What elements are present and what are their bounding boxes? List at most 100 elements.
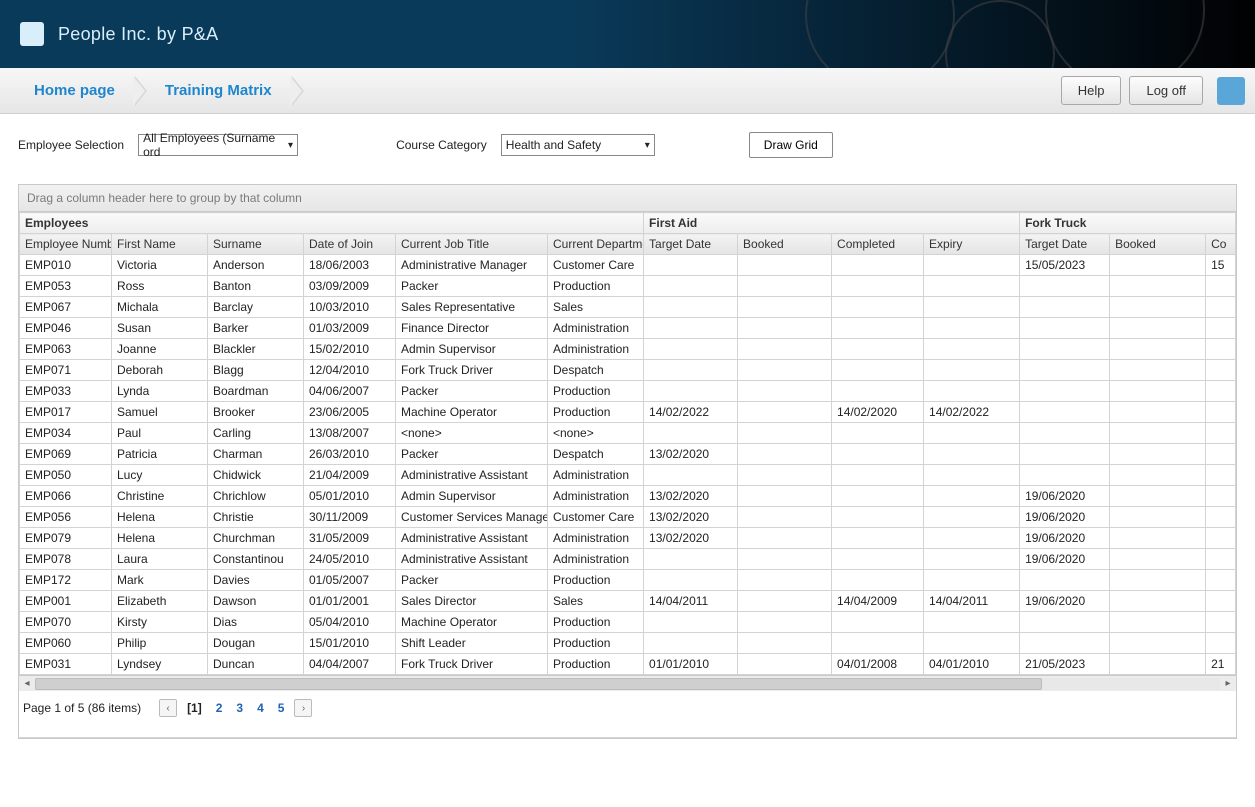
group-hint[interactable]: Drag a column header here to group by th… bbox=[19, 185, 1236, 212]
scroll-left-icon[interactable]: ◂ bbox=[19, 677, 35, 691]
pager-page-4[interactable]: 4 bbox=[253, 701, 268, 715]
cell bbox=[644, 465, 738, 486]
table-row[interactable]: EMP070KirstyDias05/04/2010Machine Operat… bbox=[20, 612, 1236, 633]
col-fa-expiry[interactable]: Expiry bbox=[924, 234, 1020, 255]
table-row[interactable]: EMP010VictoriaAnderson18/06/2003Administ… bbox=[20, 255, 1236, 276]
col-fa-target[interactable]: Target Date bbox=[644, 234, 738, 255]
cell: 23/06/2005 bbox=[304, 402, 396, 423]
col-fa-completed[interactable]: Completed bbox=[832, 234, 924, 255]
table-row[interactable]: EMP050LucyChidwick21/04/2009Administrati… bbox=[20, 465, 1236, 486]
cell: Despatch bbox=[548, 444, 644, 465]
cell: 19/06/2020 bbox=[1020, 549, 1110, 570]
horizontal-scrollbar[interactable]: ◂ ▸ bbox=[19, 675, 1236, 691]
cell: Constantinou bbox=[208, 549, 304, 570]
app-switch-icon[interactable] bbox=[1217, 77, 1245, 105]
breadcrumb-current[interactable]: Training Matrix bbox=[137, 74, 294, 108]
table-row[interactable]: EMP172MarkDavies01/05/2007PackerProducti… bbox=[20, 570, 1236, 591]
col-job-title[interactable]: Current Job Title bbox=[396, 234, 548, 255]
table-row[interactable]: EMP034PaulCarling13/08/2007<none><none> bbox=[20, 423, 1236, 444]
cell: 14/04/2009 bbox=[832, 591, 924, 612]
cell: 30/11/2009 bbox=[304, 507, 396, 528]
table-row[interactable]: EMP066ChristineChrichlow05/01/2010Admin … bbox=[20, 486, 1236, 507]
col-ft-target[interactable]: Target Date bbox=[1020, 234, 1110, 255]
table-row[interactable]: EMP063JoanneBlackler15/02/2010Admin Supe… bbox=[20, 339, 1236, 360]
table-row[interactable]: EMP033LyndaBoardman04/06/2007PackerProdu… bbox=[20, 381, 1236, 402]
pager-page-2[interactable]: 2 bbox=[212, 701, 227, 715]
cell: Mark bbox=[112, 570, 208, 591]
employee-selection-dropdown[interactable]: All Employees (Surname ord ▾ bbox=[138, 134, 298, 156]
group-header-first-aid[interactable]: First Aid bbox=[644, 213, 1020, 234]
col-ft-co[interactable]: Co bbox=[1206, 234, 1236, 255]
cell bbox=[738, 465, 832, 486]
cell: EMP071 bbox=[20, 360, 112, 381]
cell bbox=[832, 255, 924, 276]
cell bbox=[924, 507, 1020, 528]
cell: Boardman bbox=[208, 381, 304, 402]
cell bbox=[1020, 360, 1110, 381]
chevron-down-icon: ▾ bbox=[645, 140, 650, 151]
logoff-button[interactable]: Log off bbox=[1129, 76, 1203, 105]
table-row[interactable]: EMP031LyndseyDuncan04/04/2007Fork Truck … bbox=[20, 654, 1236, 675]
cell bbox=[832, 633, 924, 654]
cell bbox=[738, 276, 832, 297]
cell bbox=[924, 528, 1020, 549]
col-department[interactable]: Current Departmen bbox=[548, 234, 644, 255]
scroll-thumb[interactable] bbox=[35, 678, 1042, 690]
table-row[interactable]: EMP071DeborahBlagg12/04/2010Fork Truck D… bbox=[20, 360, 1236, 381]
cell: 13/02/2020 bbox=[644, 507, 738, 528]
breadcrumb-home[interactable]: Home page bbox=[0, 74, 137, 108]
group-header-fork-truck[interactable]: Fork Truck bbox=[1020, 213, 1236, 234]
cell bbox=[738, 654, 832, 675]
table-row[interactable]: EMP001ElizabethDawson01/01/2001Sales Dir… bbox=[20, 591, 1236, 612]
cell: 04/01/2008 bbox=[832, 654, 924, 675]
table-row[interactable]: EMP060PhilipDougan15/01/2010Shift Leader… bbox=[20, 633, 1236, 654]
cell: Production bbox=[548, 633, 644, 654]
course-category-dropdown[interactable]: Health and Safety ▾ bbox=[501, 134, 655, 156]
cell bbox=[1206, 444, 1236, 465]
col-employee-number[interactable]: Employee Number bbox=[20, 234, 112, 255]
cell: 15/01/2010 bbox=[304, 633, 396, 654]
cell bbox=[1110, 465, 1206, 486]
pager-page-1[interactable]: [1] bbox=[183, 701, 206, 715]
cell: Packer bbox=[396, 276, 548, 297]
cell: Machine Operator bbox=[396, 612, 548, 633]
pager-prev-button[interactable]: ‹ bbox=[159, 699, 177, 717]
help-button[interactable]: Help bbox=[1061, 76, 1122, 105]
pager-page-5[interactable]: 5 bbox=[274, 701, 289, 715]
cell: 21/04/2009 bbox=[304, 465, 396, 486]
cell bbox=[1020, 465, 1110, 486]
table-row[interactable]: EMP079HelenaChurchman31/05/2009Administr… bbox=[20, 528, 1236, 549]
breadcrumb-home-label: Home page bbox=[34, 82, 115, 99]
cell: Finance Director bbox=[396, 318, 548, 339]
table-row[interactable]: EMP017SamuelBrooker23/06/2005Machine Ope… bbox=[20, 402, 1236, 423]
col-first-name[interactable]: First Name bbox=[112, 234, 208, 255]
col-fa-booked[interactable]: Booked bbox=[738, 234, 832, 255]
cell: Machine Operator bbox=[396, 402, 548, 423]
cell: EMP010 bbox=[20, 255, 112, 276]
scroll-right-icon[interactable]: ▸ bbox=[1220, 677, 1236, 691]
cell bbox=[832, 423, 924, 444]
table-row[interactable]: EMP053RossBanton03/09/2009PackerProducti… bbox=[20, 276, 1236, 297]
col-date-of-join[interactable]: Date of Join bbox=[304, 234, 396, 255]
cell: 01/03/2009 bbox=[304, 318, 396, 339]
col-surname[interactable]: Surname bbox=[208, 234, 304, 255]
course-category-label: Course Category bbox=[396, 138, 487, 152]
scroll-track[interactable] bbox=[35, 678, 1220, 690]
cell: 04/01/2010 bbox=[924, 654, 1020, 675]
pager-page-3[interactable]: 3 bbox=[232, 701, 247, 715]
table-row[interactable]: EMP046SusanBarker01/03/2009Finance Direc… bbox=[20, 318, 1236, 339]
table-row[interactable]: EMP056HelenaChristie30/11/2009Customer S… bbox=[20, 507, 1236, 528]
draw-grid-button[interactable]: Draw Grid bbox=[749, 132, 833, 158]
cell bbox=[924, 465, 1020, 486]
cell bbox=[832, 360, 924, 381]
pager-next-button[interactable]: › bbox=[294, 699, 312, 717]
col-ft-booked[interactable]: Booked bbox=[1110, 234, 1206, 255]
table-row[interactable]: EMP067MichalaBarclay10/03/2010Sales Repr… bbox=[20, 297, 1236, 318]
cell bbox=[1206, 633, 1236, 654]
pager-status: Page 1 of 5 (86 items) bbox=[23, 701, 141, 715]
cell bbox=[1020, 381, 1110, 402]
cell: EMP031 bbox=[20, 654, 112, 675]
group-header-employees[interactable]: Employees bbox=[20, 213, 644, 234]
table-row[interactable]: EMP069PatriciaCharman26/03/2010PackerDes… bbox=[20, 444, 1236, 465]
table-row[interactable]: EMP078LauraConstantinou24/05/2010Adminis… bbox=[20, 549, 1236, 570]
